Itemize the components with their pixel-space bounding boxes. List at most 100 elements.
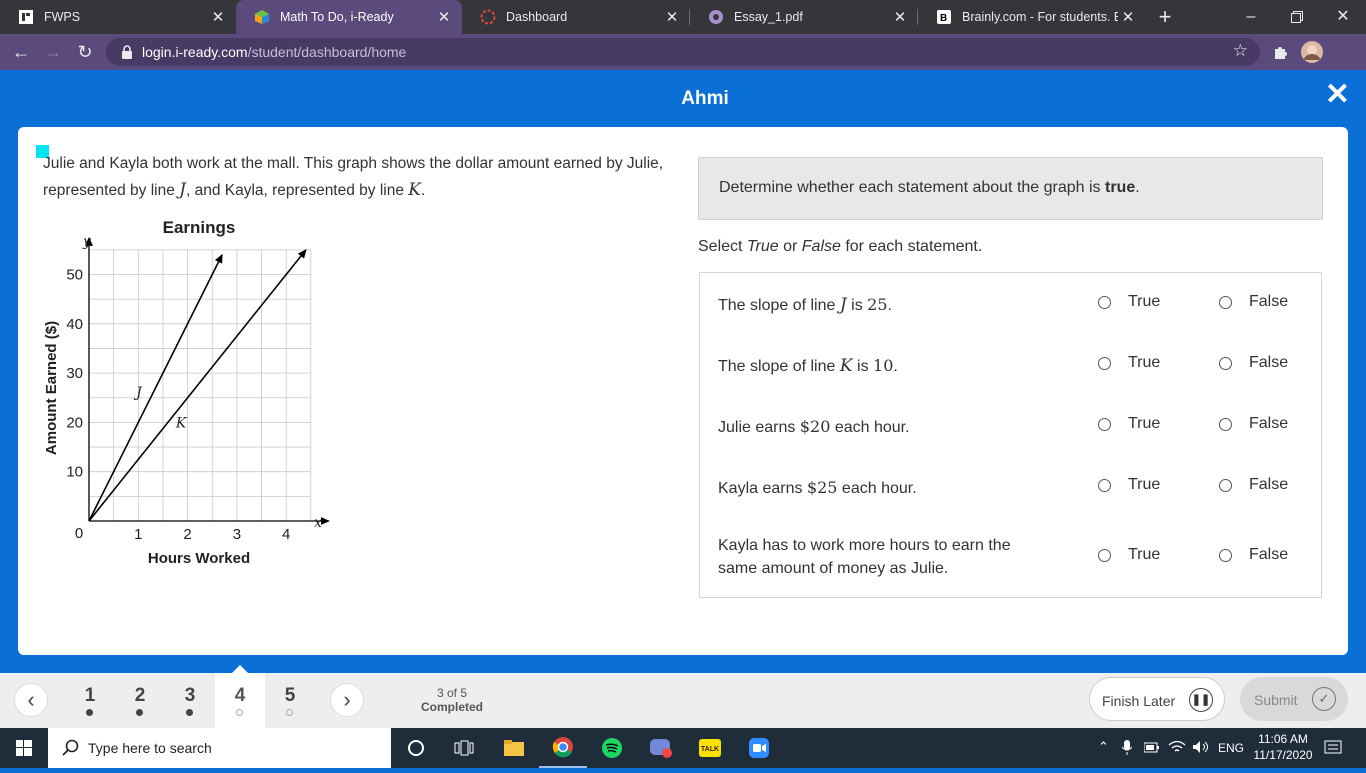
tab-title: FWPS: [44, 10, 81, 24]
tab-dashboard[interactable]: Dashboard ✕: [462, 0, 690, 34]
task-view-icon[interactable]: [440, 728, 488, 768]
previous-question-button[interactable]: ‹: [14, 683, 48, 717]
taskbar-clock[interactable]: 11:06 AM 11/17/2020: [1252, 731, 1314, 763]
fwps-favicon-icon: [18, 9, 34, 25]
close-window-icon[interactable]: ✕: [1320, 0, 1366, 34]
statement-text: is: [846, 297, 868, 314]
statement-3-true-option[interactable]: True: [1098, 415, 1160, 433]
question-1-button[interactable]: 1: [65, 673, 115, 728]
statement-1-false-option[interactable]: False: [1219, 293, 1288, 311]
volume-icon[interactable]: [1192, 740, 1210, 754]
microphone-icon[interactable]: [1122, 740, 1132, 756]
address-bar[interactable]: login.i-ready.com/student/dashboard/home…: [106, 38, 1260, 66]
submit-button[interactable]: Submit ✓: [1240, 677, 1348, 721]
instruction-prefix: Determine whether each statement about t…: [719, 179, 1105, 196]
radio-button[interactable]: [1219, 417, 1232, 431]
statement-1-true-option[interactable]: True: [1098, 293, 1160, 311]
statement-3-false-option[interactable]: False: [1219, 415, 1288, 433]
notifications-icon[interactable]: [1324, 740, 1342, 756]
statement-4-true-option[interactable]: True: [1098, 476, 1160, 494]
kakaotalk-icon[interactable]: TALK: [686, 728, 734, 768]
cortana-icon[interactable]: [392, 728, 440, 768]
close-tab-icon[interactable]: ✕: [434, 8, 454, 26]
question-number: 5: [284, 685, 296, 706]
statement-5-true-option[interactable]: True: [1098, 546, 1160, 564]
profile-avatar[interactable]: [1297, 37, 1327, 67]
false-label: False: [1249, 415, 1289, 432]
statement-2-false-option[interactable]: False: [1219, 354, 1288, 372]
x-axis-label: Hours Worked: [148, 550, 250, 567]
select-true-word: True: [746, 238, 779, 255]
extensions-puzzle-icon[interactable]: [1265, 37, 1295, 67]
x-axis-variable: x: [314, 515, 322, 531]
answered-dot: [186, 709, 193, 716]
new-tab-button[interactable]: +: [1152, 4, 1178, 30]
tab-essay-pdf[interactable]: Essay_1.pdf ✕: [690, 0, 918, 34]
question-3-button[interactable]: 3: [165, 673, 215, 728]
line-k-variable: K: [408, 180, 421, 200]
restore-window-icon[interactable]: [1274, 0, 1320, 34]
true-label: True: [1128, 415, 1161, 432]
bookmark-star-icon[interactable]: ☆: [1233, 41, 1248, 61]
reload-icon[interactable]: ↻: [70, 37, 100, 67]
close-tab-icon[interactable]: ✕: [890, 8, 910, 26]
finish-later-button[interactable]: Finish Later ❚❚: [1089, 677, 1225, 721]
radio-button[interactable]: [1219, 295, 1232, 309]
radio-button[interactable]: [1219, 356, 1232, 370]
tab-title: Essay_1.pdf: [734, 10, 803, 24]
select-instruction: Select True or False for each statement.: [698, 238, 982, 256]
spotify-icon[interactable]: [588, 728, 636, 768]
finish-later-label: Finish Later: [1102, 693, 1176, 709]
student-name: Ahmi: [681, 88, 729, 109]
statement-2-true-option[interactable]: True: [1098, 354, 1160, 372]
radio-button[interactable]: [1219, 478, 1232, 492]
close-tab-icon[interactable]: ✕: [1118, 8, 1138, 26]
question-number: 2: [134, 685, 146, 706]
minimize-icon[interactable]: –: [1228, 0, 1274, 34]
clock-time: 11:06 AM: [1258, 732, 1308, 746]
language-indicator[interactable]: ENG: [1218, 741, 1244, 755]
radio-button[interactable]: [1098, 417, 1111, 431]
svg-text:B: B: [940, 13, 947, 24]
earnings-chart: Earnings JK 1 2 3 41020304050 Hours Worked …: [43, 218, 330, 567]
tab-fwps[interactable]: FWPS ✕: [0, 0, 236, 34]
chrome-icon[interactable]: [539, 728, 587, 768]
tab-brainly[interactable]: B Brainly.com - For students. By ✕: [918, 0, 1146, 34]
y-tick-label: 40: [66, 316, 83, 333]
radio-button[interactable]: [1219, 548, 1232, 562]
statement-4-false-option[interactable]: False: [1219, 476, 1288, 494]
close-tab-icon[interactable]: ✕: [662, 8, 682, 26]
file-explorer-icon[interactable]: [490, 728, 538, 768]
radio-button[interactable]: [1098, 356, 1111, 370]
show-hidden-icons-icon[interactable]: ⌃: [1098, 739, 1109, 755]
taskbar-search-box[interactable]: Type here to search: [48, 728, 391, 768]
back-arrow-icon[interactable]: ←: [6, 37, 36, 67]
answered-dot: [136, 709, 143, 716]
brainly-favicon-icon: B: [936, 9, 952, 25]
radio-button[interactable]: [1098, 478, 1111, 492]
forward-arrow-icon[interactable]: →: [38, 37, 68, 67]
x-tick-label: 4: [282, 526, 290, 543]
tab-i-ready[interactable]: Math To Do, i-Ready ✕: [236, 0, 462, 34]
statement-5-false-option[interactable]: False: [1219, 546, 1288, 564]
zoom-icon[interactable]: [735, 728, 783, 768]
statement-text: The slope of line: [718, 297, 840, 314]
next-question-button[interactable]: ›: [330, 683, 364, 717]
close-tab-icon[interactable]: ✕: [208, 8, 228, 26]
question-5-button[interactable]: 5: [265, 673, 315, 728]
battery-icon[interactable]: [1144, 741, 1160, 755]
windows-start-button[interactable]: [0, 728, 48, 768]
radio-button[interactable]: [1098, 548, 1111, 562]
progress-label: Completed: [420, 700, 483, 714]
close-icon[interactable]: ✕: [1325, 80, 1350, 110]
statement-text: is: [852, 358, 874, 375]
wifi-icon[interactable]: [1168, 740, 1186, 754]
series-label-k: K: [175, 415, 188, 431]
clock-date: 11/17/2020: [1253, 748, 1313, 762]
chart-series: JK: [88, 249, 307, 522]
radio-button[interactable]: [1098, 295, 1111, 309]
question-4-button[interactable]: 4: [215, 673, 265, 728]
series-line-j: [88, 253, 223, 522]
question-2-button[interactable]: 2: [115, 673, 165, 728]
discord-icon[interactable]: [637, 728, 685, 768]
